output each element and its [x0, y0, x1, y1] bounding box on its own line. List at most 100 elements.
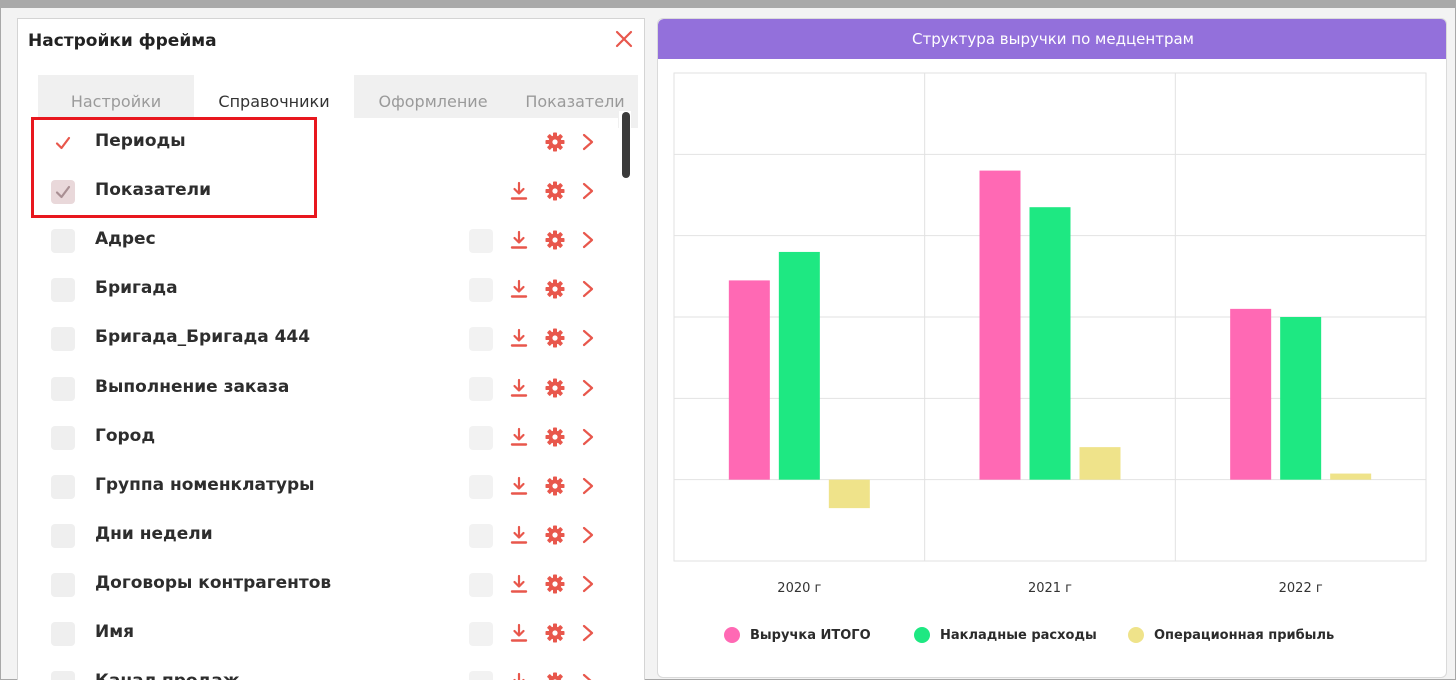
panel-title: Настройки фрейма — [28, 31, 217, 51]
chart-title: Структура выручки по медцентрам — [658, 19, 1446, 59]
bar[interactable] — [728, 280, 770, 480]
legend-item[interactable]: Выручка ИТОГО — [724, 623, 871, 647]
bar[interactable] — [1230, 308, 1272, 480]
item-label: Группа номенклатуры — [95, 475, 315, 495]
gear-icon[interactable] — [544, 229, 566, 251]
chevron-right-icon[interactable] — [580, 474, 596, 498]
download-icon[interactable] — [510, 229, 528, 251]
list-item[interactable]: Адрес — [33, 216, 618, 265]
scrollbar-thumb[interactable] — [622, 112, 630, 178]
item-checkbox[interactable] — [51, 524, 75, 548]
gear-icon[interactable] — [544, 180, 566, 202]
gear-icon[interactable] — [544, 524, 566, 546]
list-item[interactable]: Показатели — [33, 167, 618, 216]
bar[interactable] — [1029, 207, 1071, 480]
download-icon[interactable] — [510, 573, 528, 595]
bar[interactable] — [979, 170, 1021, 480]
item-toggle[interactable] — [469, 426, 493, 450]
gear-icon[interactable] — [544, 327, 566, 349]
item-checkbox[interactable] — [51, 180, 75, 204]
chevron-right-icon[interactable] — [580, 523, 596, 547]
item-checkbox[interactable] — [51, 426, 75, 450]
bar[interactable] — [1330, 473, 1372, 480]
gear-icon[interactable] — [544, 671, 566, 680]
item-checkbox[interactable] — [51, 377, 75, 401]
frame-settings-panel: Настройки фрейма Настройки Справочники О… — [17, 18, 645, 680]
item-label: Канал продаж — [95, 671, 240, 680]
list-item[interactable]: Канал продаж — [33, 658, 618, 680]
item-checkbox[interactable] — [51, 278, 75, 302]
download-icon[interactable] — [510, 475, 528, 497]
legend-dot — [914, 627, 930, 643]
list-item[interactable]: Дни недели — [33, 511, 618, 560]
item-checkbox[interactable] — [51, 327, 75, 351]
item-toggle[interactable] — [469, 573, 493, 597]
download-icon[interactable] — [510, 377, 528, 399]
chevron-right-icon[interactable] — [580, 572, 596, 596]
list-item[interactable]: Бригада — [33, 265, 618, 314]
download-icon[interactable] — [510, 426, 528, 448]
chevron-right-icon[interactable] — [580, 228, 596, 252]
chevron-right-icon[interactable] — [580, 179, 596, 203]
download-icon[interactable] — [510, 524, 528, 546]
gear-icon[interactable] — [544, 573, 566, 595]
item-label: Дни недели — [95, 524, 213, 544]
download-icon[interactable] — [510, 622, 528, 644]
list-item[interactable]: Бригада_Бригада 444 — [33, 314, 618, 363]
gear-icon[interactable] — [544, 426, 566, 448]
item-toggle[interactable] — [469, 524, 493, 548]
item-toggle[interactable] — [469, 475, 493, 499]
list-item[interactable]: Периоды — [33, 118, 618, 167]
chevron-right-icon[interactable] — [580, 277, 596, 301]
item-checkbox[interactable] — [51, 622, 75, 646]
chevron-right-icon[interactable] — [580, 326, 596, 350]
close-button[interactable] — [610, 25, 638, 53]
gear-icon[interactable] — [544, 131, 566, 153]
item-toggle[interactable] — [469, 229, 493, 253]
list-item[interactable]: Город — [33, 413, 618, 462]
download-icon[interactable] — [510, 278, 528, 300]
close-icon — [615, 30, 633, 48]
gear-icon[interactable] — [544, 278, 566, 300]
checkmark-icon — [55, 185, 71, 199]
item-toggle[interactable] — [469, 377, 493, 401]
list-item[interactable]: Выполнение заказа — [33, 364, 618, 413]
item-checkbox[interactable] — [51, 229, 75, 253]
bar[interactable] — [1280, 317, 1322, 480]
item-checkbox[interactable] — [51, 131, 75, 155]
item-label: Город — [95, 426, 156, 446]
download-icon[interactable] — [510, 180, 528, 202]
list-item[interactable]: Договоры контрагентов — [33, 560, 618, 609]
item-label: Имя — [95, 622, 135, 642]
item-toggle[interactable] — [469, 278, 493, 302]
bar[interactable] — [1079, 447, 1121, 480]
item-toggle[interactable] — [469, 671, 493, 680]
chart-panel: Структура выручки по медцентрам 2020 г 20… — [657, 18, 1447, 678]
gear-icon[interactable] — [544, 622, 566, 644]
bar[interactable] — [828, 479, 870, 509]
item-checkbox[interactable] — [51, 671, 75, 680]
item-checkbox[interactable] — [51, 475, 75, 499]
chevron-right-icon[interactable] — [580, 621, 596, 645]
checkmark-icon — [55, 136, 71, 150]
item-toggle[interactable] — [469, 622, 493, 646]
chevron-right-icon[interactable] — [580, 670, 596, 680]
legend-dot — [724, 627, 740, 643]
gear-icon[interactable] — [544, 475, 566, 497]
chevron-right-icon[interactable] — [580, 130, 596, 154]
legend-label: Выручка ИТОГО — [750, 627, 871, 643]
item-checkbox[interactable] — [51, 573, 75, 597]
item-label: Договоры контрагентов — [95, 573, 332, 593]
legend-item[interactable]: Операционная прибыль — [1128, 623, 1334, 647]
download-icon[interactable] — [510, 671, 528, 680]
scrollbar-track[interactable] — [619, 111, 631, 680]
list-item[interactable]: Группа номенклатуры — [33, 462, 618, 511]
download-icon[interactable] — [510, 327, 528, 349]
item-toggle[interactable] — [469, 327, 493, 351]
gear-icon[interactable] — [544, 377, 566, 399]
chevron-right-icon[interactable] — [580, 376, 596, 400]
legend-item[interactable]: Накладные расходы — [914, 623, 1097, 647]
bar[interactable] — [778, 251, 820, 480]
list-item[interactable]: Имя — [33, 609, 618, 658]
chevron-right-icon[interactable] — [580, 425, 596, 449]
